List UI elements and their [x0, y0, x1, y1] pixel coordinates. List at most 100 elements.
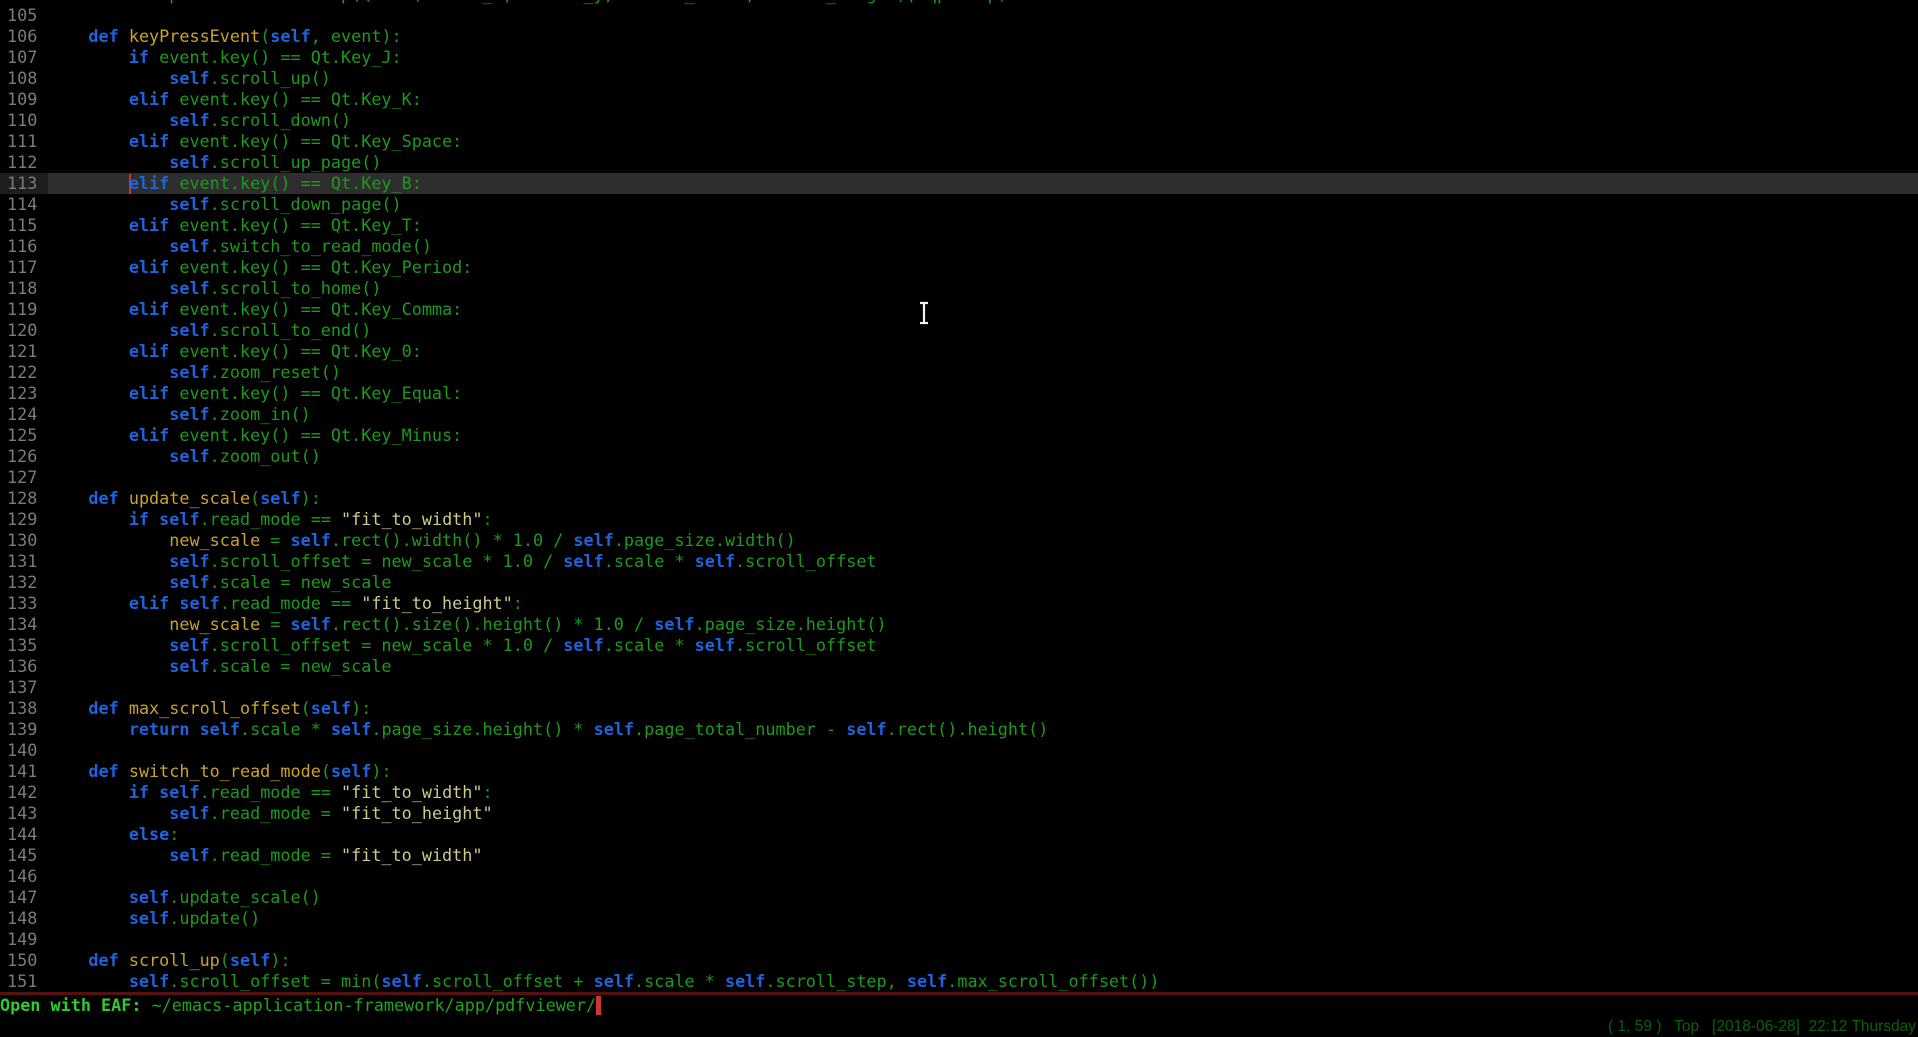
- code-line[interactable]: 141 def switch_to_read_mode(self):: [0, 761, 1918, 782]
- code-line[interactable]: 125 elif event.key() == Qt.Key_Minus:: [0, 425, 1918, 446]
- code-line-text[interactable]: if self.read_mode == "fit_to_width":: [48, 782, 1918, 803]
- code-line-text[interactable]: self.scale = new_scale: [48, 572, 1918, 593]
- code-line-text[interactable]: def update_scale(self):: [48, 488, 1918, 509]
- code-line-text[interactable]: self.scroll_down(): [48, 110, 1918, 131]
- code-line-text[interactable]: [48, 929, 1918, 950]
- code-line-text[interactable]: elif event.key() == Qt.Key_Comma:: [48, 299, 1918, 320]
- code-line[interactable]: 119 elif event.key() == Qt.Key_Comma:: [0, 299, 1918, 320]
- code-line[interactable]: 146: [0, 866, 1918, 887]
- code-line[interactable]: 122 self.zoom_reset(): [0, 362, 1918, 383]
- code-line[interactable]: 136 self.scale = new_scale: [0, 656, 1918, 677]
- code-line-text[interactable]: new_scale = self.rect().size().height() …: [48, 614, 1918, 635]
- code-line[interactable]: 134 new_scale = self.rect().size().heigh…: [0, 614, 1918, 635]
- code-line[interactable]: 107 if event.key() == Qt.Key_J:: [0, 47, 1918, 68]
- line-number: 129: [0, 509, 48, 530]
- code-line-text[interactable]: self.scale = new_scale: [48, 656, 1918, 677]
- code-line-text[interactable]: [48, 677, 1918, 698]
- code-line-text[interactable]: self.zoom_in(): [48, 404, 1918, 425]
- code-line[interactable]: 133 elif self.read_mode == "fit_to_heigh…: [0, 593, 1918, 614]
- code-line-text[interactable]: elif event.key() == Qt.Key_B:: [48, 173, 1918, 194]
- code-line-text[interactable]: elif event.key() == Qt.Key_K:: [48, 89, 1918, 110]
- code-line-text[interactable]: return self.scale * self.page_size.heigh…: [48, 719, 1918, 740]
- code-line-text[interactable]: self.scroll_up(): [48, 68, 1918, 89]
- code-line[interactable]: 144 else:: [0, 824, 1918, 845]
- code-line[interactable]: 142 if self.read_mode == "fit_to_width":: [0, 782, 1918, 803]
- code-line[interactable]: 105: [0, 5, 1918, 26]
- code-line[interactable]: 132 self.scale = new_scale: [0, 572, 1918, 593]
- code-line-text[interactable]: elif event.key() == Qt.Key_T:: [48, 215, 1918, 236]
- code-line[interactable]: 147 self.update_scale(): [0, 887, 1918, 908]
- code-line[interactable]: 128 def update_scale(self):: [0, 488, 1918, 509]
- code-line-text[interactable]: self.update_scale(): [48, 887, 1918, 908]
- code-line[interactable]: 150 def scroll_up(self):: [0, 950, 1918, 971]
- minibuffer[interactable]: Open with EAF: ~/emacs-application-frame…: [0, 995, 1918, 1016]
- code-line[interactable]: 118 self.scroll_to_home(): [0, 278, 1918, 299]
- line-number: 123: [0, 383, 48, 404]
- code-line-text[interactable]: elif event.key() == Qt.Key_Period:: [48, 257, 1918, 278]
- code-line[interactable]: 106 def keyPressEvent(self, event):: [0, 26, 1918, 47]
- code-line[interactable]: 109 elif event.key() == Qt.Key_K:: [0, 89, 1918, 110]
- code-line[interactable]: 126 self.zoom_out(): [0, 446, 1918, 467]
- code-line-text[interactable]: def keyPressEvent(self, event):: [48, 26, 1918, 47]
- code-line-text[interactable]: self.scroll_to_end(): [48, 320, 1918, 341]
- code-line-text[interactable]: self.scroll_offset = new_scale * 1.0 / s…: [48, 635, 1918, 656]
- code-line-text[interactable]: elif event.key() == Qt.Key_Minus:: [48, 425, 1918, 446]
- code-line[interactable]: 114 self.scroll_down_page(): [0, 194, 1918, 215]
- code-line[interactable]: 120 self.scroll_to_end(): [0, 320, 1918, 341]
- code-line[interactable]: 112 self.scroll_up_page(): [0, 152, 1918, 173]
- code-line[interactable]: 124 self.zoom_in(): [0, 404, 1918, 425]
- code-line[interactable]: 143 self.read_mode = "fit_to_height": [0, 803, 1918, 824]
- code-line[interactable]: 116 self.switch_to_read_mode(): [0, 236, 1918, 257]
- code-line[interactable]: 140: [0, 740, 1918, 761]
- minibuffer-input[interactable]: ~/emacs-application-framework/app/pdfvie…: [152, 995, 597, 1015]
- code-line-text[interactable]: self.zoom_out(): [48, 446, 1918, 467]
- code-line[interactable]: 151 self.scroll_offset = min(self.scroll…: [0, 971, 1918, 992]
- code-line[interactable]: 127: [0, 467, 1918, 488]
- code-line[interactable]: 145 self.read_mode = "fit_to_width": [0, 845, 1918, 866]
- code-line[interactable]: 148 self.update(): [0, 908, 1918, 929]
- code-line[interactable]: 149: [0, 929, 1918, 950]
- code-line-text[interactable]: self.read_mode = "fit_to_height": [48, 803, 1918, 824]
- code-line-text[interactable]: def scroll_up(self):: [48, 950, 1918, 971]
- code-line-text[interactable]: self.scroll_offset = min(self.scroll_off…: [48, 971, 1918, 992]
- code-line-text[interactable]: self.scroll_offset = new_scale * 1.0 / s…: [48, 551, 1918, 572]
- code-line-text[interactable]: else:: [48, 824, 1918, 845]
- code-line[interactable]: 123 elif event.key() == Qt.Key_Equal:: [0, 383, 1918, 404]
- code-line-text[interactable]: elif event.key() == Qt.Key_Equal:: [48, 383, 1918, 404]
- code-line-text[interactable]: if self.read_mode == "fit_to_width":: [48, 509, 1918, 530]
- code-line[interactable]: 108 self.scroll_up(): [0, 68, 1918, 89]
- code-line-text[interactable]: [48, 866, 1918, 887]
- code-line[interactable]: 137: [0, 677, 1918, 698]
- code-line[interactable]: 139 return self.scale * self.page_size.h…: [0, 719, 1918, 740]
- code-line-text[interactable]: def max_scroll_offset(self):: [48, 698, 1918, 719]
- code-line-text[interactable]: if event.key() == Qt.Key_J:: [48, 47, 1918, 68]
- code-line[interactable]: 117 elif event.key() == Qt.Key_Period:: [0, 257, 1918, 278]
- code-line[interactable]: 121 elif event.key() == Qt.Key_0:: [0, 341, 1918, 362]
- code-line-text[interactable]: self.switch_to_read_mode(): [48, 236, 1918, 257]
- code-line[interactable]: 110 self.scroll_down(): [0, 110, 1918, 131]
- code-line[interactable]: 131 self.scroll_offset = new_scale * 1.0…: [0, 551, 1918, 572]
- code-line-text[interactable]: elif self.read_mode == "fit_to_height":: [48, 593, 1918, 614]
- code-line-text[interactable]: self.scroll_up_page(): [48, 152, 1918, 173]
- code-line-text[interactable]: self.scroll_to_home(): [48, 278, 1918, 299]
- code-line-text[interactable]: self.read_mode = "fit_to_width": [48, 845, 1918, 866]
- code-line-text[interactable]: self.zoom_reset(): [48, 362, 1918, 383]
- code-line[interactable]: 130 new_scale = self.rect().width() * 1.…: [0, 530, 1918, 551]
- code-line[interactable]: 129 if self.read_mode == "fit_to_width":: [0, 509, 1918, 530]
- code-line-text[interactable]: elif event.key() == Qt.Key_Space:: [48, 131, 1918, 152]
- code-line-text[interactable]: self.update(): [48, 908, 1918, 929]
- code-line[interactable]: 135 self.scroll_offset = new_scale * 1.0…: [0, 635, 1918, 656]
- line-number: 118: [0, 278, 48, 299]
- code-line[interactable]: 113 elif event.key() == Qt.Key_B:: [0, 173, 1918, 194]
- code-line-text[interactable]: def switch_to_read_mode(self):: [48, 761, 1918, 782]
- code-line-text[interactable]: [48, 740, 1918, 761]
- code-editor[interactable]: 104 painter.drawPixmap(QRect(render_x, r…: [0, 5, 1918, 992]
- code-line-text[interactable]: new_scale = self.rect().width() * 1.0 / …: [48, 530, 1918, 551]
- code-line[interactable]: 115 elif event.key() == Qt.Key_T:: [0, 215, 1918, 236]
- code-line-text[interactable]: [48, 467, 1918, 488]
- code-line-text[interactable]: [48, 5, 1918, 26]
- code-line[interactable]: 138 def max_scroll_offset(self):: [0, 698, 1918, 719]
- code-line[interactable]: 111 elif event.key() == Qt.Key_Space:: [0, 131, 1918, 152]
- code-line-text[interactable]: elif event.key() == Qt.Key_0:: [48, 341, 1918, 362]
- code-line-text[interactable]: self.scroll_down_page(): [48, 194, 1918, 215]
